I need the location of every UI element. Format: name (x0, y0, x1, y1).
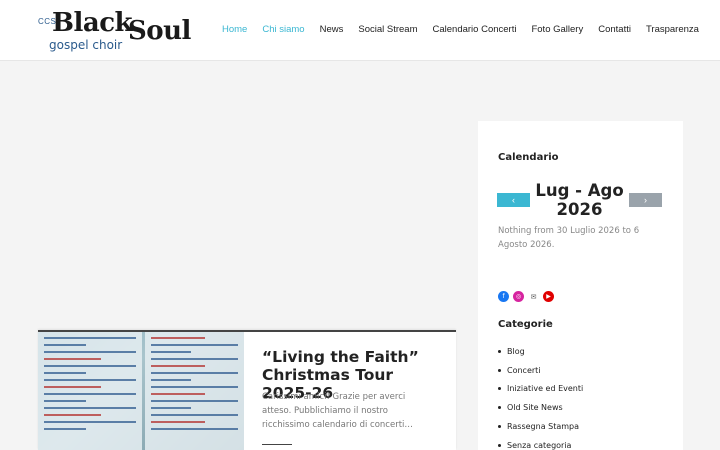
categories-list: Blog Concerti Iniziative ed Eventi Old S… (498, 343, 583, 450)
nav-item-calendario-concerti[interactable]: Calendario Concerti (433, 24, 517, 35)
nav-item-trasparenza[interactable]: Trasparenza (646, 24, 699, 35)
nav-item-contatti[interactable]: Contatti (598, 24, 631, 35)
logo-soul-text: Soul (128, 16, 191, 46)
youtube-icon[interactable]: ▶ (543, 291, 554, 302)
calendar-widget-title: Calendario (498, 152, 559, 163)
nav-item-social-stream[interactable]: Social Stream (358, 24, 417, 35)
list-item[interactable]: Iniziative ed Eventi (498, 380, 583, 399)
chevron-left-icon: ‹ (512, 195, 515, 205)
category-link[interactable]: Senza categoria (507, 441, 571, 450)
list-item[interactable]: Concerti (498, 362, 583, 381)
category-link[interactable]: Concerti (507, 366, 541, 375)
category-link[interactable]: Old Site News (507, 403, 563, 412)
poster-column-right (145, 332, 244, 450)
poster-column-left (38, 332, 142, 450)
bullet-icon (498, 368, 501, 372)
site-header: CCS Black Soul gospel choir Home Chi sia… (0, 0, 720, 61)
post-divider (262, 444, 292, 445)
main-nav: Home Chi siamo News Social Stream Calend… (222, 24, 714, 35)
nav-item-home[interactable]: Home (222, 24, 247, 35)
bullet-icon (498, 350, 501, 353)
category-link[interactable]: Rassegna Stampa (507, 422, 579, 431)
logo-subtitle: gospel choir (49, 38, 123, 52)
calendar-prev-button[interactable]: ‹ (497, 193, 530, 207)
calendar-next-button[interactable]: › (629, 193, 662, 207)
bullet-icon (498, 424, 501, 428)
list-item[interactable]: Rassegna Stampa (498, 418, 583, 437)
sidebar: Calendario ‹ Lug - Ago 2026 › Nothing fr… (478, 121, 683, 450)
bullet-icon (498, 387, 501, 391)
site-logo[interactable]: CCS Black Soul gospel choir (36, 8, 191, 54)
post-thumbnail[interactable] (38, 332, 244, 450)
list-item[interactable]: Senza categoria (498, 437, 583, 450)
facebook-icon[interactable]: f (498, 291, 509, 302)
category-link[interactable]: Iniziative ed Eventi (507, 384, 583, 393)
categories-widget-title: Categorie (498, 319, 553, 330)
logo-black-text: Black (52, 8, 133, 38)
calendar-month-label: Lug - Ago 2026 (535, 181, 624, 219)
calendar-empty-message: Nothing from 30 Luglio 2026 to 6 Agosto … (498, 226, 640, 250)
nav-item-foto-gallery[interactable]: Foto Gallery (531, 24, 583, 35)
post-excerpt: Carissimi amici! Grazie per averci attes… (262, 392, 413, 430)
list-item[interactable]: Blog (498, 343, 583, 362)
chevron-right-icon: › (644, 195, 647, 205)
list-item[interactable]: Old Site News (498, 399, 583, 418)
mail-icon[interactable]: ✉ (528, 291, 539, 302)
post-card: “Living the Faith” Christmas Tour 2025-2… (38, 330, 456, 450)
bullet-icon (498, 443, 501, 447)
nav-item-news[interactable]: News (320, 24, 344, 35)
social-links: f ◎ ✉ ▶ (498, 291, 554, 302)
bullet-icon (498, 406, 501, 410)
category-link[interactable]: Blog (507, 347, 525, 356)
instagram-icon[interactable]: ◎ (513, 291, 524, 302)
nav-item-chi-siamo[interactable]: Chi siamo (262, 24, 304, 35)
